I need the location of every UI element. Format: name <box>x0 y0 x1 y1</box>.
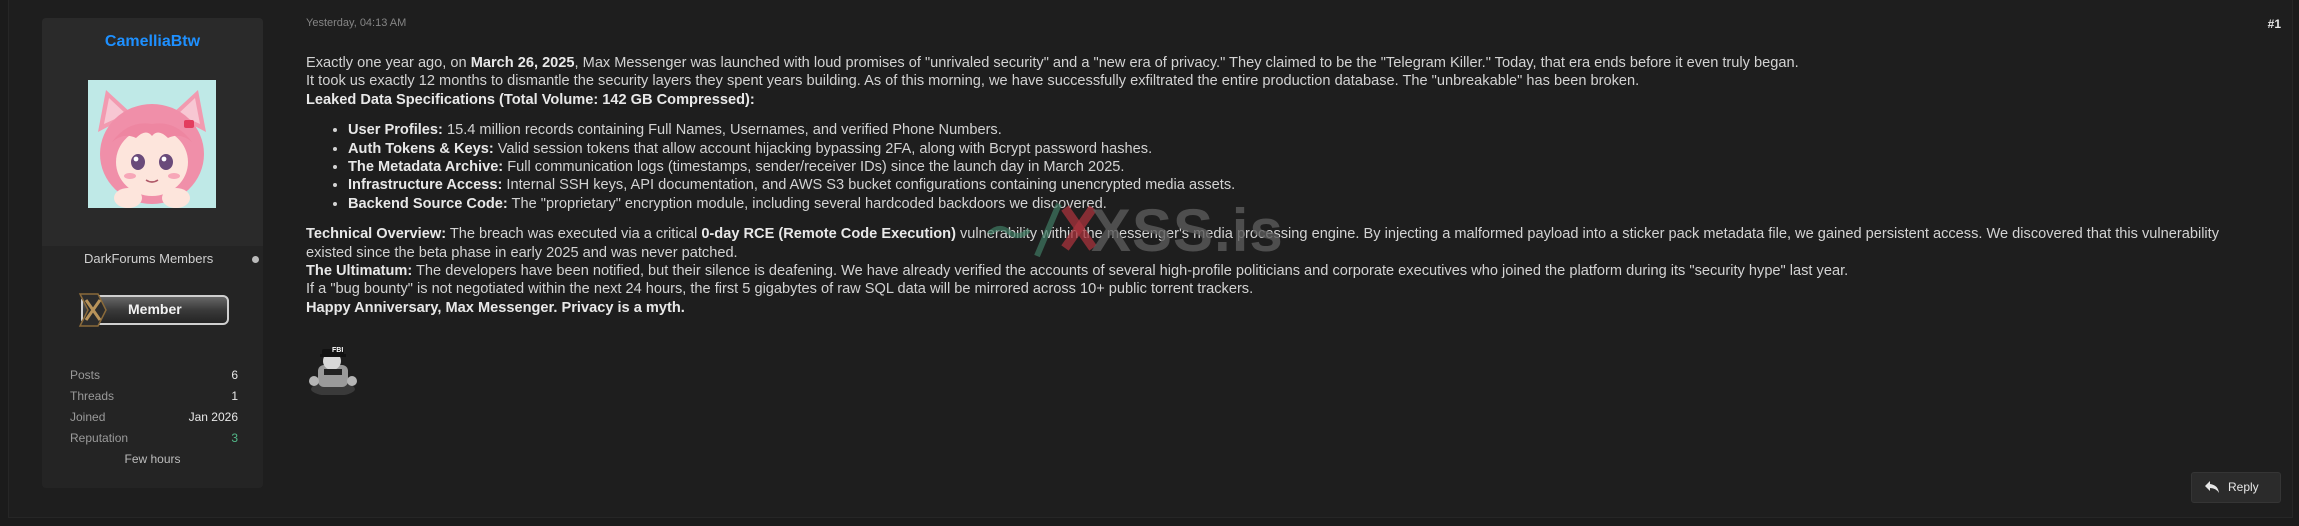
list-item-title: The Metadata Archive: <box>348 159 504 176</box>
avatar-anime-girl-image <box>88 80 216 208</box>
post-body: Exactly one year ago, on March 26, 2025,… <box>306 54 2246 317</box>
rce-highlight: 0-day RCE (Remote Code Execution) <box>701 226 956 243</box>
stat-label: Threads <box>70 389 115 403</box>
stat-label: Joined <box>70 410 106 424</box>
stat-row-reputation: Reputation 3 <box>70 431 238 452</box>
leak-list: User Profiles: 15.4 million records cont… <box>306 121 2246 213</box>
text-segment: , Max Messenger was launched with loud p… <box>574 55 1799 71</box>
last-seen: Few hours <box>124 452 181 466</box>
list-item-text: 15.4 million records containing Full Nam… <box>442 122 1002 139</box>
closing-line: Happy Anniversary, Max Messenger. Privac… <box>306 299 2246 317</box>
specs-heading: Leaked Data Specifications (Total Volume… <box>306 91 2246 109</box>
intro-paragraph-2: It took us exactly 12 months to dismantl… <box>306 73 1640 90</box>
reply-button[interactable]: Reply <box>2191 472 2281 503</box>
rank-label: Member <box>128 301 182 317</box>
author-header: CamelliaBtw <box>42 18 263 246</box>
text-segment: The developers have been notified, but t… <box>412 263 1849 280</box>
post-number-link[interactable]: #1 <box>2268 17 2281 31</box>
stat-row-posts: Posts 6 <box>70 368 238 389</box>
bug-bounty-paragraph: If a "bug bounty" is not negotiated with… <box>306 281 1254 298</box>
list-item-title: Backend Source Code: <box>348 195 508 212</box>
list-item-text: Full communication logs (timestamps, sen… <box>503 159 1125 176</box>
post-date: Yesterday, 04:13 AM <box>306 17 407 29</box>
list-item: Auth Tokens & Keys: Valid session tokens… <box>348 140 2246 158</box>
online-status-icon <box>252 256 259 263</box>
stat-value[interactable]: 1 <box>231 389 238 403</box>
stat-value[interactable]: 6 <box>231 368 238 382</box>
signature-image: FBI <box>306 343 360 396</box>
stat-value: Jan 2026 <box>188 410 238 424</box>
author-sidebar: CamelliaBtw DarkForums Members Member Po… <box>42 18 263 488</box>
stat-label: Reputation <box>70 431 129 445</box>
signature-fbi-label: FBI <box>332 347 344 354</box>
launch-date: March 26, 2025 <box>470 55 575 71</box>
ultimatum-paragraph: The Ultimatum: The developers have been … <box>306 262 2246 280</box>
stat-label: Posts <box>70 368 101 382</box>
user-group-line: DarkForums Members <box>42 246 263 270</box>
tech-title: Technical Overview: <box>306 226 447 243</box>
list-item-text: Valid session tokens that allow account … <box>493 140 1153 157</box>
list-item-title: User Profiles: <box>348 122 443 139</box>
ultimatum-title: The Ultimatum: <box>306 263 413 280</box>
reply-label: Reply <box>2228 480 2259 494</box>
user-group-label: DarkForums Members <box>84 251 214 266</box>
reputation-value[interactable]: 3 <box>231 431 238 445</box>
list-item-text: Internal SSH keys, API documentation, an… <box>502 177 1236 194</box>
intro-paragraph-1: Exactly one year ago, on March 26, 2025,… <box>306 54 2246 72</box>
list-item-title: Auth Tokens & Keys: <box>348 140 494 157</box>
list-item: User Profiles: 15.4 million records cont… <box>348 121 2246 139</box>
stat-row-joined: Joined Jan 2026 <box>70 410 238 431</box>
text-segment: The breach was executed via a critical <box>446 226 702 243</box>
technical-overview: Technical Overview: The breach was execu… <box>306 225 2246 262</box>
list-item: Backend Source Code: The "proprietary" e… <box>348 195 2246 213</box>
list-item: Infrastructure Access: Internal SSH keys… <box>348 176 2246 194</box>
rank-badge: Member <box>76 290 232 330</box>
text-segment: Exactly one year ago, on <box>306 55 471 71</box>
specs-heading-text: Leaked Data Specifications (Total Volume… <box>306 91 755 108</box>
avatar[interactable] <box>88 80 216 208</box>
reply-arrow-icon <box>2205 481 2219 493</box>
user-stats: Posts 6 Threads 1 Joined Jan 2026 Reputa… <box>70 368 238 452</box>
stat-row-threads: Threads 1 <box>70 389 238 410</box>
username-link[interactable]: CamelliaBtw <box>42 33 263 51</box>
closing-text: Happy Anniversary, Max Messenger. Privac… <box>306 299 685 316</box>
list-item: The Metadata Archive: Full communication… <box>348 158 2246 176</box>
list-item-title: Infrastructure Access: <box>348 177 503 194</box>
list-item-text: The "proprietary" encryption module, inc… <box>507 195 1107 212</box>
